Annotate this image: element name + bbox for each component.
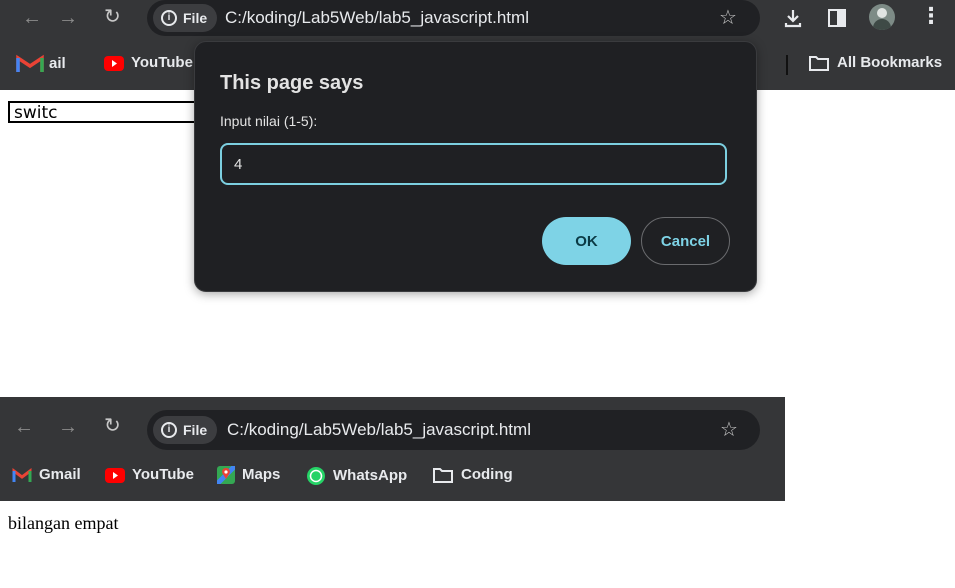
gmail-icon (16, 54, 44, 72)
gmail-icon (12, 467, 32, 482)
bookmark-label: ail (49, 54, 66, 72)
forward-icon[interactable]: → (58, 417, 78, 437)
ok-button[interactable]: OK (542, 217, 631, 265)
address-bar[interactable]: i File C:/koding/Lab5Web/lab5_javascript… (147, 0, 760, 36)
cancel-button[interactable]: Cancel (641, 217, 730, 265)
reload-icon[interactable]: ↻ (104, 416, 121, 436)
side-panel-icon[interactable] (827, 8, 847, 28)
info-icon: i (161, 422, 177, 438)
bookmark-star-icon[interactable]: ☆ (720, 419, 738, 441)
whatsapp-icon (307, 467, 325, 485)
bottom-toolbar: ← → ↻ i File C:/koding/Lab5Web/lab5_java… (0, 397, 785, 451)
all-bookmarks-label: All Bookmarks (837, 54, 943, 71)
bookmark-label: Maps (242, 466, 281, 483)
youtube-icon (105, 467, 125, 483)
site-info-chip[interactable]: i File (153, 4, 218, 32)
prompt-dialog: This page says Input nilai (1-5): OK Can… (194, 41, 757, 292)
dialog-message: Input nilai (1-5): (220, 113, 318, 129)
page-content-bottom: bilangan empat (0, 501, 785, 588)
bookmark-whatsapp[interactable]: WhatsApp (306, 466, 407, 486)
download-icon[interactable] (782, 7, 804, 29)
folder-icon (809, 56, 829, 72)
bookmark-gmail[interactable]: Gmail (12, 466, 81, 483)
info-icon: i (161, 10, 177, 26)
site-info-chip[interactable]: i File (153, 416, 218, 444)
bookmark-label: WhatsApp (333, 466, 408, 484)
top-toolbar: ← → ↻ i File C:/koding/Lab5Web/lab5_java… (0, 0, 955, 40)
url-text[interactable]: C:/koding/Lab5Web/lab5_javascript.html (227, 410, 531, 450)
profile-avatar[interactable] (869, 4, 895, 30)
bookmark-youtube[interactable]: YouTube (105, 466, 194, 483)
address-bar[interactable]: i File C:/koding/Lab5Web/lab5_javascript… (147, 410, 760, 450)
back-icon[interactable]: ← (22, 8, 42, 28)
file-chip-label: File (183, 10, 208, 26)
bookmark-star-icon[interactable]: ☆ (719, 7, 737, 29)
back-icon[interactable]: ← (14, 417, 34, 437)
bookmark-label: YouTube (132, 466, 194, 483)
menu-kebab-icon[interactable]: ⋮ (920, 5, 942, 27)
bookmark-label: Coding (461, 466, 513, 483)
bookmark-gmail[interactable]: ail (16, 54, 66, 74)
forward-icon[interactable]: → (58, 8, 78, 28)
folder-icon (433, 468, 453, 484)
url-text[interactable]: C:/koding/Lab5Web/lab5_javascript.html (225, 0, 529, 36)
switch-text: switc (14, 103, 58, 123)
reload-icon[interactable]: ↻ (104, 7, 121, 27)
bookmark-label: YouTube (131, 54, 193, 71)
prompt-input[interactable] (220, 143, 727, 185)
maps-icon (217, 466, 235, 485)
bottom-bookmarks-bar: Gmail YouTube Maps WhatsApp Coding (0, 451, 785, 501)
result-text: bilangan empat (8, 513, 119, 533)
bookmarks-separator (786, 55, 788, 75)
bookmark-folder-coding[interactable]: Coding (432, 466, 513, 484)
bookmark-youtube[interactable]: YouTube (104, 54, 193, 71)
bookmark-label: Gmail (39, 466, 81, 483)
dialog-title: This page says (220, 72, 364, 94)
bookmark-maps[interactable]: Maps (217, 466, 281, 485)
youtube-icon (104, 55, 124, 71)
switch-input-box[interactable]: switc (8, 101, 198, 123)
file-chip-label: File (183, 422, 208, 438)
all-bookmarks-button[interactable]: All Bookmarks (808, 54, 942, 72)
